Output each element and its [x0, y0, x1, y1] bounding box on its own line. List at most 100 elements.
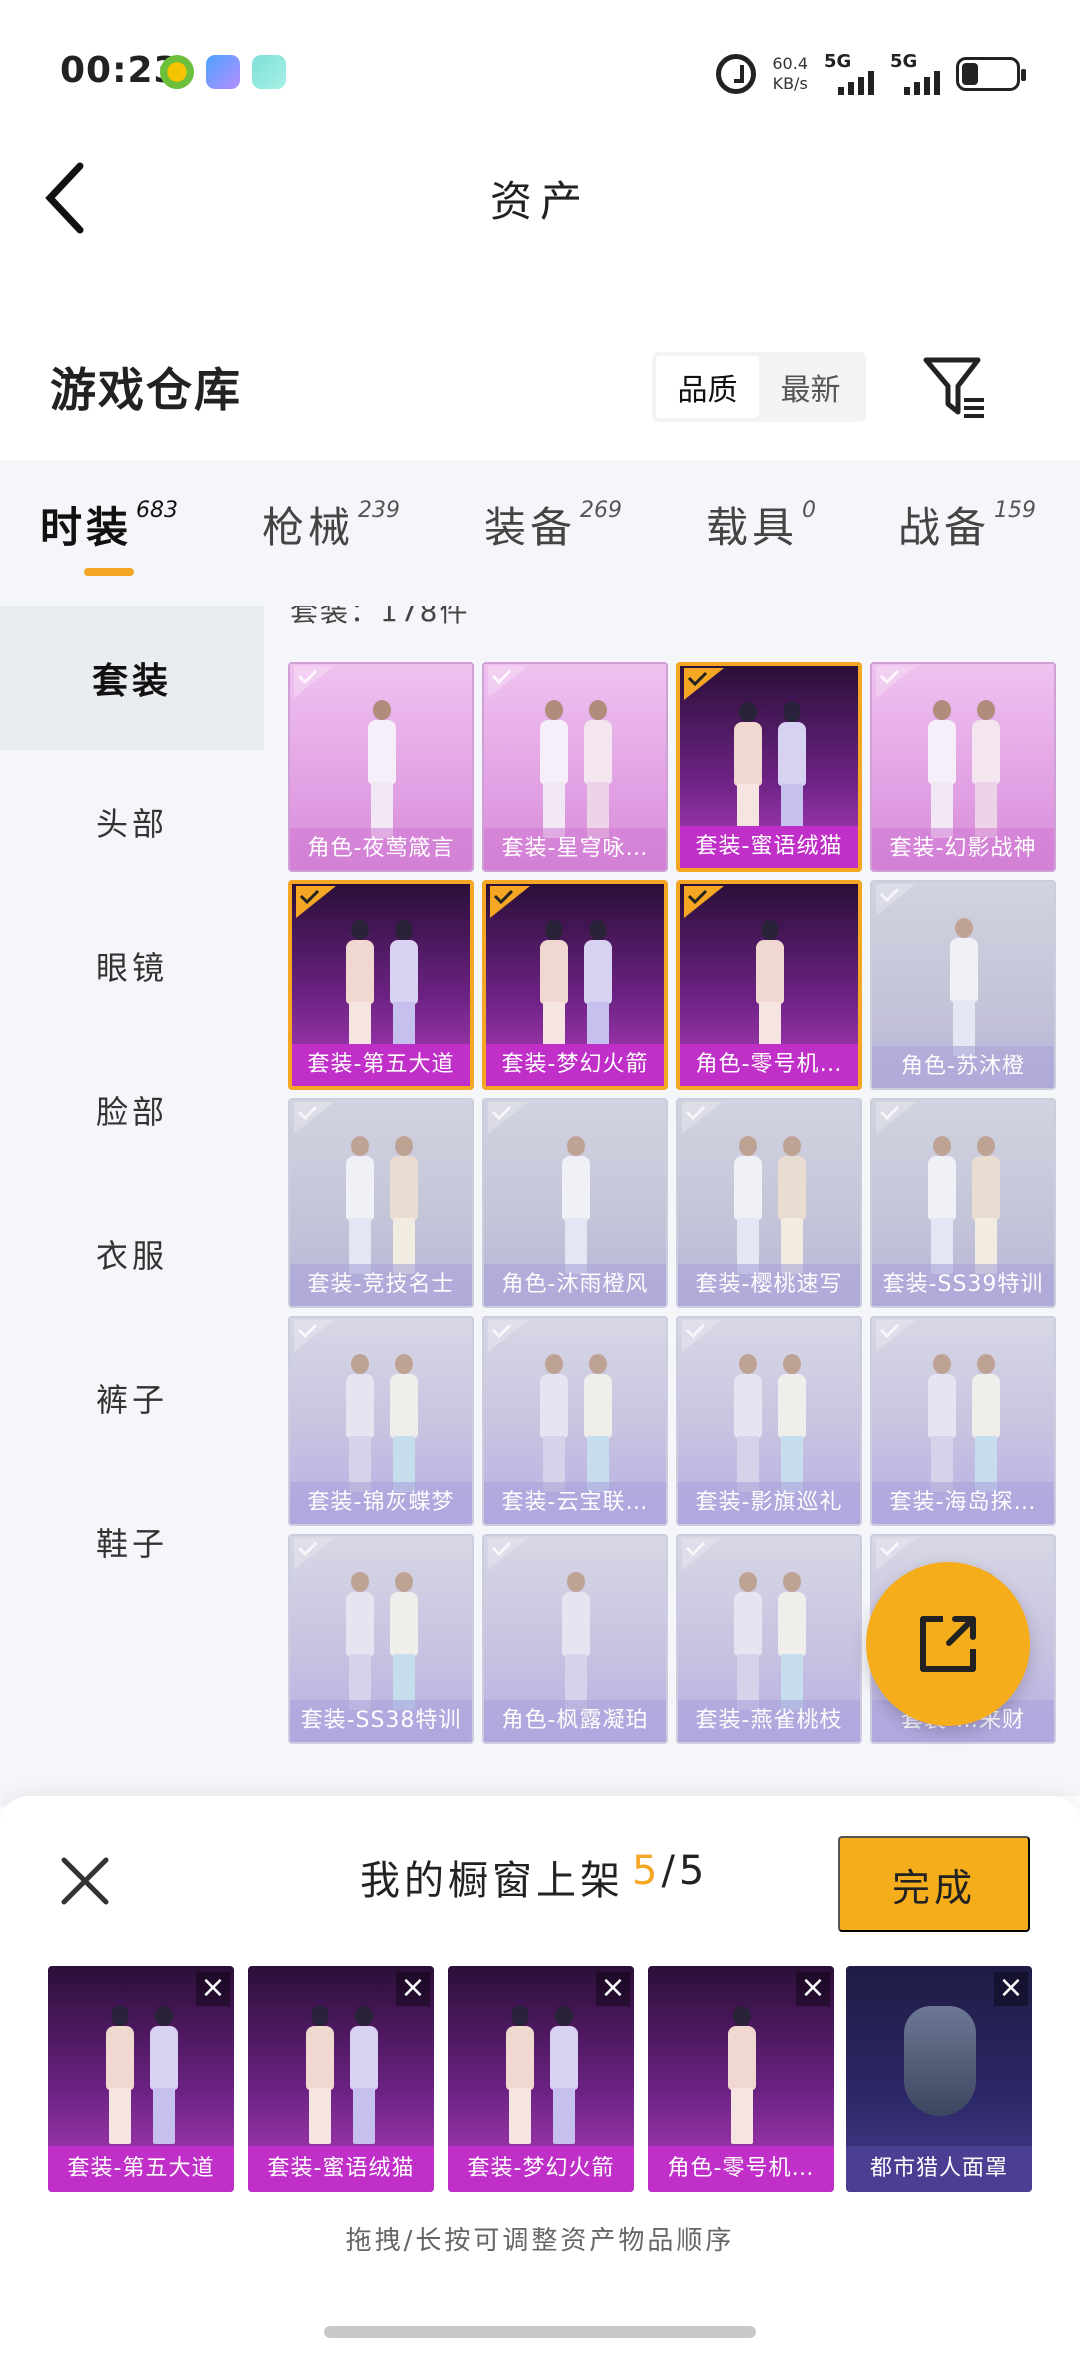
app-notification-icon — [160, 55, 194, 89]
showcase-item[interactable]: × 套装-第五大道 — [48, 1966, 234, 2192]
outfit-figure — [290, 1344, 472, 1494]
showcase-count-total: /5 — [661, 1848, 709, 1894]
asset-card[interactable]: 角色-夜莺箴言 — [288, 662, 474, 872]
category-tabs: 时装 683 枪械 239 装备 269 载具 0 战备 159 — [0, 460, 1080, 606]
asset-card[interactable]: 套装-竞技名士 — [288, 1098, 474, 1308]
showcase-title: 我的橱窗上架 5 /5 — [360, 1848, 709, 1904]
asset-card[interactable]: 套装-SS38特训 — [288, 1534, 474, 1744]
sidebar-item-shoes[interactable]: 鞋子 — [0, 1470, 264, 1614]
asset-card-name: 套装-锦灰蝶梦 — [290, 1482, 472, 1524]
asset-card[interactable]: 套装-影旗巡礼 — [676, 1316, 862, 1526]
asset-card-name: 套装-幻影战神 — [872, 828, 1054, 870]
showcase-item[interactable]: × 角色-零号机… — [648, 1966, 834, 2192]
outfit-figure — [484, 1126, 666, 1276]
asset-card-name: 角色-沐雨橙风 — [484, 1264, 666, 1306]
remove-item-icon[interactable]: × — [196, 1972, 230, 2006]
asset-card-name: 套装-燕雀桃枝 — [678, 1700, 860, 1742]
asset-card-name: 套装-竞技名士 — [290, 1264, 472, 1306]
asset-card[interactable]: 套装-海岛探… — [870, 1316, 1056, 1526]
remove-item-icon[interactable]: × — [596, 1972, 630, 2006]
outfit-figure — [290, 1562, 472, 1712]
asset-card[interactable]: 套装-燕雀桃枝 — [676, 1534, 862, 1744]
alarm-icon — [716, 54, 757, 94]
active-tab-indicator — [84, 568, 134, 576]
sidebar-item-face[interactable]: 脸部 — [0, 1038, 264, 1182]
asset-card[interactable]: 角色-零号机… — [676, 880, 862, 1090]
app-notification-icon — [206, 55, 240, 89]
showcase-item[interactable]: × 套装-梦幻火箭 — [448, 1966, 634, 2192]
tab-vehicles[interactable]: 载具 0 — [706, 494, 816, 555]
tab-supplies[interactable]: 战备 159 — [898, 494, 1036, 555]
showcase-panel: 我的橱窗上架 5 /5 完成 × 套装-第五大道 × 套装-蜜语绒猫 × 套装-梦幻火箭 ×… — [0, 1796, 1080, 2358]
asset-card[interactable]: 套装-云宝联… — [482, 1316, 668, 1526]
outfit-figure — [872, 1126, 1054, 1276]
asset-card[interactable]: 角色-枫露凝珀 — [482, 1534, 668, 1744]
asset-card-name: 套装-蜜语绒猫 — [680, 826, 858, 868]
share-icon — [920, 1616, 976, 1672]
sort-toggle: 品质 最新 — [652, 352, 866, 422]
showcase-item-name: 都市猎人面罩 — [846, 2146, 1032, 2192]
asset-card[interactable]: 套装-樱桃速写 — [676, 1098, 862, 1308]
asset-card-name: 套装-星穹咏… — [484, 828, 666, 870]
sidebar-item-glasses[interactable]: 眼镜 — [0, 894, 264, 1038]
showcase-item-name: 套装-第五大道 — [48, 2146, 234, 2192]
showcase-item-name: 套装-蜜语绒猫 — [248, 2146, 434, 2192]
sidebar-item-pants[interactable]: 裤子 — [0, 1326, 264, 1470]
home-indicator[interactable] — [324, 2326, 756, 2338]
asset-card-name: 套装-海岛探… — [872, 1482, 1054, 1524]
asset-card[interactable]: 套装-SS39特训 — [870, 1098, 1056, 1308]
asset-card[interactable]: 套装-幻影战神 — [870, 662, 1056, 872]
outfit-figure — [484, 1344, 666, 1494]
sidebar-item-head[interactable]: 头部 — [0, 750, 264, 894]
asset-card-name: 角色-零号机… — [680, 1044, 858, 1086]
asset-card-name: 套装-第五大道 — [292, 1044, 470, 1086]
asset-card[interactable]: 套装-锦灰蝶梦 — [288, 1316, 474, 1526]
share-fab[interactable] — [866, 1562, 1030, 1726]
asset-card[interactable]: 角色-苏沐橙 — [870, 880, 1056, 1090]
outfit-figure — [448, 1996, 634, 2146]
asset-card-name: 套装-云宝联… — [484, 1482, 666, 1524]
filter-icon — [923, 357, 984, 418]
sidebar-item-clothes[interactable]: 衣服 — [0, 1182, 264, 1326]
sort-by-newest[interactable]: 最新 — [759, 356, 862, 418]
outfit-figure — [290, 1126, 472, 1276]
showcase-item-name: 套装-梦幻火箭 — [448, 2146, 634, 2192]
close-icon — [61, 1857, 109, 1905]
outfit-figure — [872, 908, 1054, 1058]
outfit-figure — [290, 690, 472, 840]
outfit-figure — [680, 692, 858, 842]
page-title: 资产 — [489, 177, 590, 226]
outfit-figure — [248, 1996, 434, 2146]
asset-card[interactable]: 套装-梦幻火箭 — [482, 880, 668, 1090]
close-button[interactable] — [58, 1854, 112, 1908]
app-notification-icon — [252, 55, 286, 89]
outfit-figure — [678, 1126, 860, 1276]
sort-by-quality[interactable]: 品质 — [656, 356, 759, 418]
asset-card[interactable]: 套装-第五大道 — [288, 880, 474, 1090]
remove-item-icon[interactable]: × — [796, 1972, 830, 2006]
status-bar: 00:23 60.4 KB/s 5G 5G — [0, 0, 1080, 140]
outfit-figure — [292, 910, 470, 1060]
remove-item-icon[interactable]: × — [396, 1972, 430, 2006]
asset-card-name: 角色-苏沐橙 — [872, 1046, 1054, 1088]
remove-item-icon[interactable]: × — [994, 1972, 1028, 2006]
outfit-figure — [484, 690, 666, 840]
asset-card[interactable]: 套装-蜜语绒猫 — [676, 662, 862, 872]
tab-fashion[interactable]: 时装 683 — [40, 494, 178, 555]
tab-weapons[interactable]: 枪械 239 — [262, 494, 400, 555]
outfit-figure — [48, 1996, 234, 2146]
reorder-hint: 拖拽/长按可调整资产物品顺序 — [345, 2226, 735, 2256]
asset-card-name: 套装-影旗巡礼 — [678, 1482, 860, 1524]
battery-icon — [956, 57, 1026, 91]
sidebar-item-suits[interactable]: 套装 — [0, 606, 264, 750]
filter-button[interactable] — [920, 352, 990, 422]
showcase-item[interactable]: × 都市猎人面罩 — [846, 1966, 1032, 2192]
asset-card-name: 角色-夜莺箴言 — [290, 828, 472, 870]
asset-card[interactable]: 角色-沐雨橙风 — [482, 1098, 668, 1308]
asset-card[interactable]: 套装-星穹咏… — [482, 662, 668, 872]
outfit-figure — [484, 1562, 666, 1712]
done-button[interactable]: 完成 — [838, 1836, 1030, 1932]
tab-equipment[interactable]: 装备 269 — [484, 494, 622, 555]
outfit-figure — [872, 1344, 1054, 1494]
showcase-item[interactable]: × 套装-蜜语绒猫 — [248, 1966, 434, 2192]
